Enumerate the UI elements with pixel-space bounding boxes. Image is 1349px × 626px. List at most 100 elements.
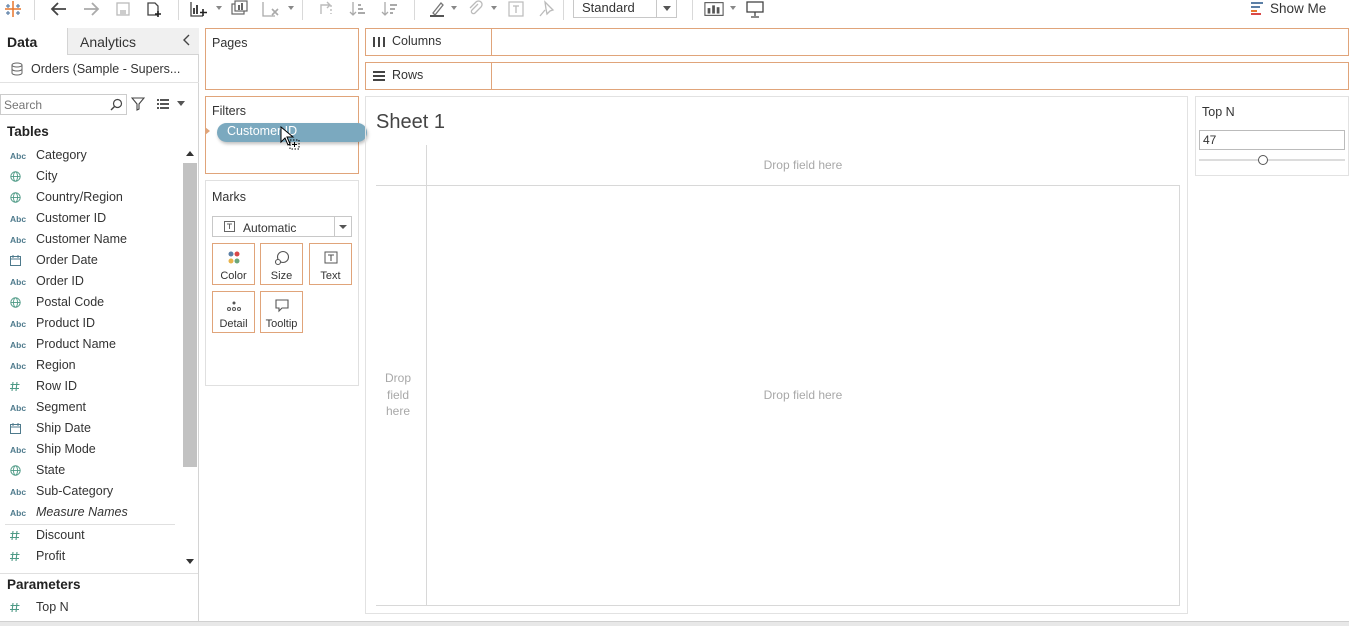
field-item[interactable]: Row ID: [0, 376, 180, 397]
string-type-icon: Abc: [10, 487, 27, 497]
tab-data-label: Data: [7, 34, 38, 50]
search-input[interactable]: [4, 97, 104, 112]
save-icon[interactable]: [113, 0, 133, 18]
label-icon[interactable]: [506, 0, 526, 18]
field-item[interactable]: Abc Order ID: [0, 271, 180, 292]
highlight-icon[interactable]: [427, 0, 447, 18]
clear-sheet-icon[interactable]: [261, 0, 281, 18]
color-button[interactable]: Color: [212, 243, 255, 285]
collapse-pane-icon[interactable]: [181, 33, 193, 47]
parameter-slider-handle[interactable]: [1258, 155, 1269, 165]
field-label: Product ID: [36, 316, 96, 330]
divider: [5, 524, 175, 525]
globe-icon: [10, 171, 26, 183]
parameter-value-input[interactable]: [1199, 130, 1345, 150]
drop-zone-center[interactable]: Drop field here: [726, 388, 880, 402]
field-item[interactable]: Ship Date: [0, 418, 180, 439]
chart-type-icon[interactable]: [704, 0, 724, 18]
search-icon[interactable]: [110, 98, 123, 111]
field-item[interactable]: Postal Code: [0, 292, 180, 313]
rows-shelf[interactable]: Rows: [365, 62, 1349, 90]
field-label: Customer ID: [36, 211, 107, 225]
datasource-icon: [10, 62, 24, 76]
measure-icon: [10, 602, 26, 614]
field-item[interactable]: Abc Category: [0, 145, 180, 166]
field-label: Order Date: [36, 253, 98, 267]
show-me-button[interactable]: Show Me: [1250, 0, 1326, 17]
parameter-item-top-n[interactable]: Top N: [0, 597, 180, 618]
chevron-down-icon[interactable]: [288, 6, 294, 10]
worksheet-view[interactable]: Sheet 1 Drop field here Drop field here …: [365, 96, 1188, 614]
scroll-down-icon[interactable]: [186, 559, 194, 565]
field-item[interactable]: City: [0, 166, 180, 187]
field-item[interactable]: Abc Product Name: [0, 334, 180, 355]
field-item[interactable]: Abc Customer ID: [0, 208, 180, 229]
tableau-logo-icon[interactable]: [3, 0, 23, 18]
chevron-down-icon[interactable]: [451, 6, 457, 10]
columns-label: Columns: [392, 34, 442, 48]
drop-zone-columns[interactable]: Drop field here: [726, 158, 880, 172]
field-item[interactable]: Abc Product ID: [0, 313, 180, 334]
scrollbar[interactable]: [183, 147, 197, 575]
swap-icon[interactable]: [316, 0, 336, 18]
field-item[interactable]: Country/Region: [0, 187, 180, 208]
scroll-up-icon[interactable]: [186, 150, 194, 156]
group-icon[interactable]: [465, 0, 485, 18]
fit-select[interactable]: Standard: [573, 0, 677, 18]
field-label: Ship Mode: [36, 442, 96, 456]
pin-icon[interactable]: [536, 0, 556, 18]
field-label: Region: [36, 358, 76, 372]
new-worksheet-icon[interactable]: [189, 0, 209, 18]
mark-type-select[interactable]: Automatic: [212, 216, 352, 237]
pages-card[interactable]: Pages: [205, 28, 359, 90]
chevron-down-icon[interactable]: [177, 101, 185, 106]
field-label: Profit: [36, 549, 66, 563]
parameter-slider-track[interactable]: [1199, 155, 1345, 165]
drop-zone-rows[interactable]: Drop field here: [380, 370, 416, 420]
text-button[interactable]: Text: [309, 243, 352, 285]
rows-label: Rows: [392, 68, 424, 82]
field-item[interactable]: Abc Segment: [0, 397, 180, 418]
field-item[interactable]: State: [0, 460, 180, 481]
chevron-down-icon[interactable]: [216, 6, 222, 10]
field-item[interactable]: Discount: [0, 525, 180, 546]
sort-descending-icon[interactable]: [380, 0, 400, 18]
chevron-down-icon[interactable]: [491, 6, 497, 10]
field-label: Product Name: [36, 337, 116, 351]
datasource-item[interactable]: Orders (Sample - Supers...: [0, 57, 199, 83]
chevron-down-icon[interactable]: [730, 6, 736, 10]
presentation-icon[interactable]: [745, 0, 765, 18]
field-item[interactable]: Order Date: [0, 250, 180, 271]
parameter-control-title: Top N: [1202, 105, 1235, 119]
search-box[interactable]: [0, 94, 127, 115]
datasource-label: Orders (Sample - Supers...: [31, 62, 181, 76]
field-item[interactable]: Abc Sub-Category: [0, 481, 180, 502]
filters-title: Filters: [212, 104, 247, 118]
text-label: Text: [320, 270, 341, 282]
duplicate-sheet-icon[interactable]: [230, 0, 250, 18]
field-item[interactable]: Abc Measure Names: [0, 502, 180, 523]
tab-data[interactable]: Data: [0, 28, 67, 55]
sheet-title[interactable]: Sheet 1: [376, 111, 445, 134]
toolbar-separator: [178, 0, 179, 20]
text-mark-icon: [224, 221, 235, 232]
detail-button[interactable]: Detail: [212, 291, 255, 333]
chevron-down-icon[interactable]: [656, 0, 676, 17]
new-datasource-icon[interactable]: [144, 0, 164, 18]
field-item[interactable]: Profit: [0, 546, 180, 567]
field-item[interactable]: Abc Customer Name: [0, 229, 180, 250]
field-item[interactable]: Abc Region: [0, 355, 180, 376]
field-item[interactable]: Abc Ship Mode: [0, 439, 180, 460]
redo-icon[interactable]: [81, 0, 101, 18]
filter-icon[interactable]: [131, 97, 145, 111]
scroll-thumb[interactable]: [183, 163, 197, 467]
sort-ascending-icon[interactable]: [348, 0, 368, 18]
columns-shelf[interactable]: Columns: [365, 28, 1349, 56]
size-button[interactable]: Size: [260, 243, 303, 285]
field-label: City: [36, 169, 58, 183]
tab-analytics[interactable]: Analytics: [67, 28, 199, 55]
view-options-icon[interactable]: [156, 98, 170, 110]
tooltip-button[interactable]: Tooltip: [260, 291, 303, 333]
undo-icon[interactable]: [49, 0, 69, 18]
chevron-down-icon[interactable]: [334, 217, 351, 236]
